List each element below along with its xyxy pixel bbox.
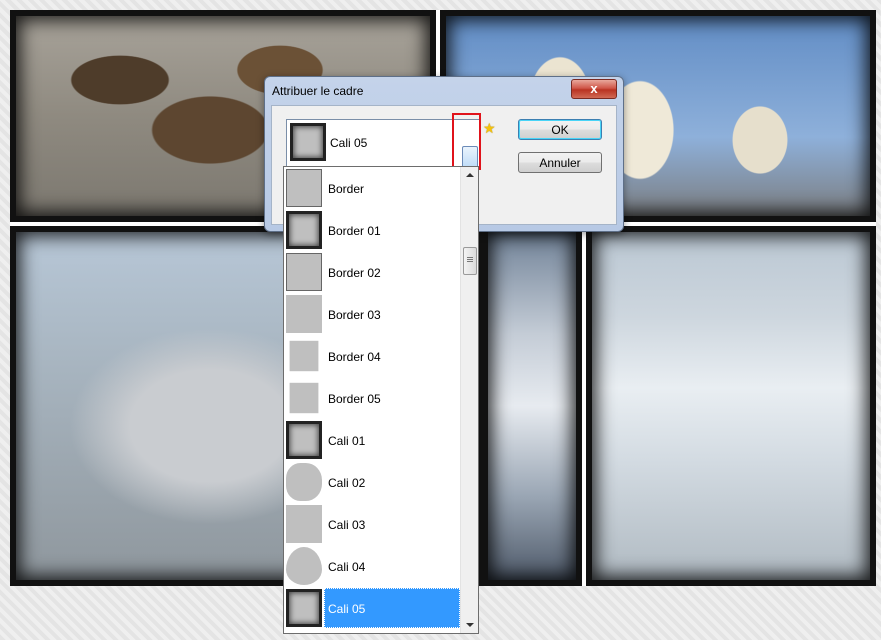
star-icon[interactable]: ★ — [483, 120, 496, 137]
scroll-up-button[interactable] — [461, 167, 478, 184]
scroll-thumb[interactable] — [463, 247, 477, 275]
close-icon: x — [590, 81, 598, 96]
frame-list-item[interactable]: Cali 05 — [284, 587, 460, 629]
frame-label: Border 02 — [328, 266, 381, 280]
frame-list-item[interactable]: Border 05 — [284, 377, 460, 419]
frame-thumbnail — [286, 547, 322, 585]
frame-label: Border 03 — [328, 308, 381, 322]
frame-thumbnail — [286, 169, 322, 207]
cancel-button[interactable]: Annuler — [518, 152, 602, 173]
frame-label: Cali 03 — [328, 518, 366, 532]
frame-thumbnail — [286, 295, 322, 333]
frame-list: Border Border 01 Border 02 Border 03 Border … — [284, 167, 460, 629]
photo-clouds — [482, 226, 582, 586]
frame-thumbnail — [289, 382, 319, 414]
frame-label: Border — [328, 182, 365, 196]
combo-frame-thumbnail — [290, 123, 326, 161]
frame-label: Border 04 — [328, 350, 381, 364]
frame-label: Cali 01 — [328, 434, 366, 448]
ok-button[interactable]: OK — [518, 119, 602, 140]
frame-thumbnail — [289, 340, 319, 372]
frame-list-item[interactable]: Cali 01 — [284, 419, 460, 461]
frame-list-item[interactable]: Border 01 — [284, 209, 460, 251]
frame-dropdown-list[interactable]: Border Border 01 Border 02 Border 03 Border … — [283, 166, 479, 634]
frame-thumbnail — [286, 505, 322, 543]
highlight-box — [452, 113, 481, 170]
dialog-title: Attribuer le cadre — [272, 84, 364, 98]
frame-thumbnail — [286, 211, 322, 249]
frame-label: Cali 05 — [328, 602, 366, 616]
chevron-down-icon — [466, 623, 474, 627]
frame-thumbnail — [286, 253, 322, 291]
frame-list-item[interactable]: Border 03 — [284, 293, 460, 335]
frame-label: Border 05 — [328, 392, 381, 406]
close-button[interactable]: x — [571, 79, 617, 99]
frame-list-item[interactable]: Border 04 — [284, 335, 460, 377]
frame-thumbnail — [286, 421, 322, 459]
frame-label: Cali 04 — [328, 560, 366, 574]
frame-label: Border 01 — [328, 224, 381, 238]
frame-list-item[interactable]: Cali 04 — [284, 545, 460, 587]
frame-thumbnail — [286, 589, 322, 627]
frame-list-item[interactable]: Cali 03 — [284, 503, 460, 545]
frame-thumbnail — [286, 463, 322, 501]
frame-label: Cali 02 — [328, 476, 366, 490]
photo-frozen-pier — [586, 226, 876, 586]
scroll-grip-icon — [467, 257, 473, 258]
combo-selected-label: Cali 05 — [330, 136, 368, 150]
frame-list-item[interactable]: Cali 02 — [284, 461, 460, 503]
frame-list-item[interactable]: Border 02 — [284, 251, 460, 293]
dialog-titlebar[interactable]: Attribuer le cadre x — [265, 77, 623, 103]
frame-list-item[interactable]: Border — [284, 167, 460, 209]
chevron-up-icon — [466, 173, 474, 177]
scroll-down-button[interactable] — [461, 616, 478, 633]
scrollbar[interactable] — [460, 167, 478, 633]
